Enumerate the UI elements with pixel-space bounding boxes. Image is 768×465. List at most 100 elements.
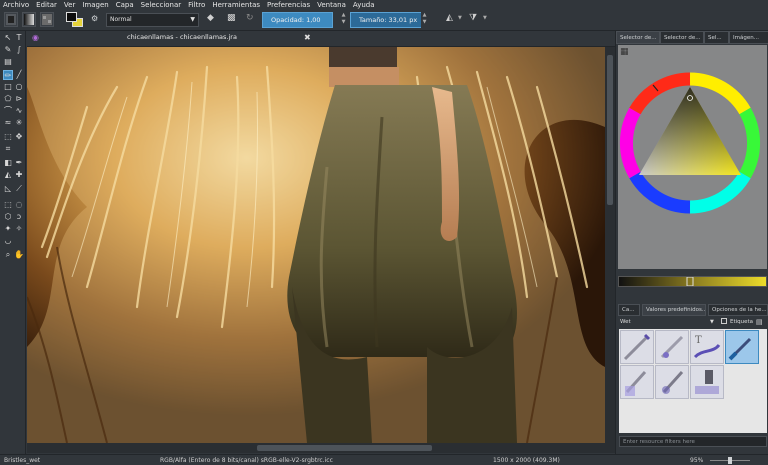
menu-imagen[interactable]: Imagen <box>82 1 108 9</box>
gradient-button[interactable] <box>22 12 36 27</box>
preset-filter-row: Wet ▼ Etiqueta ▤ <box>616 317 768 328</box>
move-tool-icon[interactable]: ✥ <box>14 132 24 142</box>
brush-preset-item[interactable] <box>620 365 654 399</box>
select-shapes-tool-icon[interactable]: ↖ <box>3 33 13 43</box>
brush-preset-item[interactable] <box>655 365 689 399</box>
tab-specific-color-selector[interactable]: Selector de... <box>660 31 704 44</box>
polygon-tool-icon[interactable]: ⬠ <box>3 94 13 104</box>
menu-preferencias[interactable]: Preferencias <box>267 1 310 9</box>
bezier-tool-icon[interactable]: ⌒ <box>3 106 13 116</box>
text-tool-icon[interactable]: T <box>14 33 24 43</box>
polyline-tool-icon[interactable]: ⊳ <box>14 94 24 104</box>
brush-preset-button[interactable] <box>4 12 18 27</box>
menu-capa[interactable]: Capa <box>116 1 134 9</box>
opacity-label: Opacidad: 1,00 <box>271 16 321 24</box>
brush-preset-item[interactable] <box>655 330 689 364</box>
zoom-tool-icon[interactable]: ⌕ <box>3 250 13 260</box>
rectangle-tool-icon[interactable]: □ <box>3 82 13 92</box>
edit-shapes-tool-icon[interactable]: ✎ <box>3 45 13 55</box>
chevron-down-icon[interactable]: ▼ <box>710 319 714 325</box>
chevron-down-icon[interactable]: ▼ <box>458 15 462 21</box>
elliptical-selection-tool-icon[interactable]: ◌ <box>14 200 24 210</box>
polygonal-selection-tool-icon[interactable]: ⬡ <box>3 212 13 222</box>
brush-preset-thumbnail: T <box>693 335 721 359</box>
brush-preset-item[interactable]: T <box>690 330 724 364</box>
fg-bg-color-selector[interactable] <box>66 12 86 28</box>
brush-preset-thumbnail <box>660 335 684 359</box>
brush-preset-item-selected[interactable] <box>725 330 759 364</box>
tag-menu-icon[interactable]: ▤ <box>756 318 763 326</box>
document-tab-bar: ◉ chicaenllamas - chicaenllamas.jra ✖ <box>27 31 615 47</box>
calligraphy-tool-icon[interactable]: ∫ <box>14 45 24 55</box>
brush-preset-thumbnail <box>695 370 719 394</box>
ellipse-tool-icon[interactable]: ○ <box>14 82 24 92</box>
size-slider[interactable]: Tamaño: 33,01 px <box>350 12 427 28</box>
dynamic-brush-tool-icon[interactable]: ≈ <box>3 118 13 128</box>
menu-bar: Archivo Editar Ver Imagen Capa Seleccion… <box>0 0 768 9</box>
preset-tag-select[interactable]: Wet <box>620 319 631 325</box>
scroll-thumb[interactable] <box>607 55 613 205</box>
close-tab-icon[interactable]: ✖ <box>304 33 311 42</box>
selector-settings-icon[interactable]: ▦ <box>620 47 632 59</box>
blend-mode-select[interactable]: Normal ▼ <box>106 13 199 27</box>
tab-advanced-color-selector[interactable]: Selector de... <box>616 31 660 44</box>
mirror-horizontal-icon[interactable]: ◭ <box>446 13 453 23</box>
line-tool-icon[interactable]: ╱ <box>14 70 24 80</box>
menu-ayuda[interactable]: Ayuda <box>353 1 375 9</box>
color-selector-panel: ▦ <box>618 45 767 269</box>
document-tab[interactable]: chicaenllamas - chicaenllamas.jra <box>127 33 237 41</box>
pan-tool-icon[interactable]: ✋ <box>14 250 24 260</box>
contiguous-selection-tool-icon[interactable]: ✦ <box>3 224 13 234</box>
menu-archivo[interactable]: Archivo <box>3 1 29 9</box>
freehand-selection-tool-icon[interactable]: ↄ <box>14 212 24 222</box>
preserve-alpha-icon[interactable]: ▩ <box>227 13 236 23</box>
brush-preset-item[interactable] <box>620 330 654 364</box>
menu-ver[interactable]: Ver <box>64 1 75 9</box>
tab-brush-presets[interactable]: Valores predefinidos... <box>642 304 706 316</box>
color-wheel-triangle[interactable] <box>618 59 767 259</box>
transform-tool-icon[interactable]: ⬚ <box>3 132 13 142</box>
gradient-tool-icon[interactable]: ◧ <box>3 158 13 168</box>
foreground-color-swatch[interactable] <box>66 12 77 22</box>
vertical-scrollbar[interactable] <box>605 47 615 443</box>
measure-tool-icon[interactable]: ⟋ <box>14 184 24 194</box>
resource-filter-input[interactable]: Enter resource filters here <box>619 436 767 447</box>
opacity-spin-buttons[interactable]: ▲ ▼ <box>340 12 347 28</box>
menu-herramientas[interactable]: Herramientas <box>212 1 260 9</box>
assistant-tool-icon[interactable]: ◺ <box>3 184 13 194</box>
gradient-edit-tool-icon[interactable]: ▤ <box>3 57 13 67</box>
brush-preset-item[interactable] <box>690 365 724 399</box>
color-picker-tool-icon[interactable]: ✒ <box>14 158 24 168</box>
menu-filtro[interactable]: Filtro <box>188 1 205 9</box>
tab-image[interactable]: Imágen... <box>729 31 768 44</box>
menu-seleccionar[interactable]: Seleccionar <box>141 1 182 9</box>
scroll-thumb[interactable] <box>257 445 432 451</box>
fill-tool-icon[interactable]: ◭ <box>3 170 13 180</box>
color-history-bar[interactable] <box>618 276 767 287</box>
chevron-down-icon[interactable]: ▼ <box>483 15 487 21</box>
menu-ventana[interactable]: Ventana <box>317 1 346 9</box>
similar-selection-tool-icon[interactable]: ✧ <box>14 224 24 234</box>
rectangular-selection-tool-icon[interactable]: ⬚ <box>3 200 13 210</box>
freehand-brush-tool-icon[interactable]: ✏ <box>3 70 13 80</box>
zoom-slider-handle[interactable] <box>728 457 732 464</box>
freehand-path-tool-icon[interactable]: ∿ <box>14 106 24 116</box>
mirror-vertical-icon[interactable]: ⧩ <box>469 13 477 23</box>
horizontal-scrollbar[interactable] <box>27 443 615 453</box>
menu-editar[interactable]: Editar <box>36 1 57 9</box>
smart-patch-tool-icon[interactable]: ✚ <box>14 170 24 180</box>
tab-tool-options[interactable]: Opciones de la he... <box>708 304 768 316</box>
pattern-button[interactable] <box>40 12 54 27</box>
reload-preset-icon[interactable]: ↻ <box>246 13 254 23</box>
tag-checkbox[interactable] <box>721 318 727 324</box>
opacity-slider[interactable]: Opacidad: 1,00 <box>262 12 333 28</box>
tab-selector[interactable]: Sel... <box>704 31 729 44</box>
multibrush-tool-icon[interactable]: ✳ <box>14 118 24 128</box>
canvas-area[interactable] <box>27 47 605 443</box>
size-spin-buttons[interactable]: ▲ ▼ <box>421 12 428 28</box>
crop-tool-icon[interactable]: ⌗ <box>3 144 13 154</box>
bezier-selection-tool-icon[interactable]: ◡ <box>3 236 13 246</box>
eraser-mode-icon[interactable]: ◆ <box>207 13 214 23</box>
tab-layers[interactable]: Ca... <box>618 304 640 316</box>
settings-icon[interactable]: ⚙ <box>91 14 101 26</box>
